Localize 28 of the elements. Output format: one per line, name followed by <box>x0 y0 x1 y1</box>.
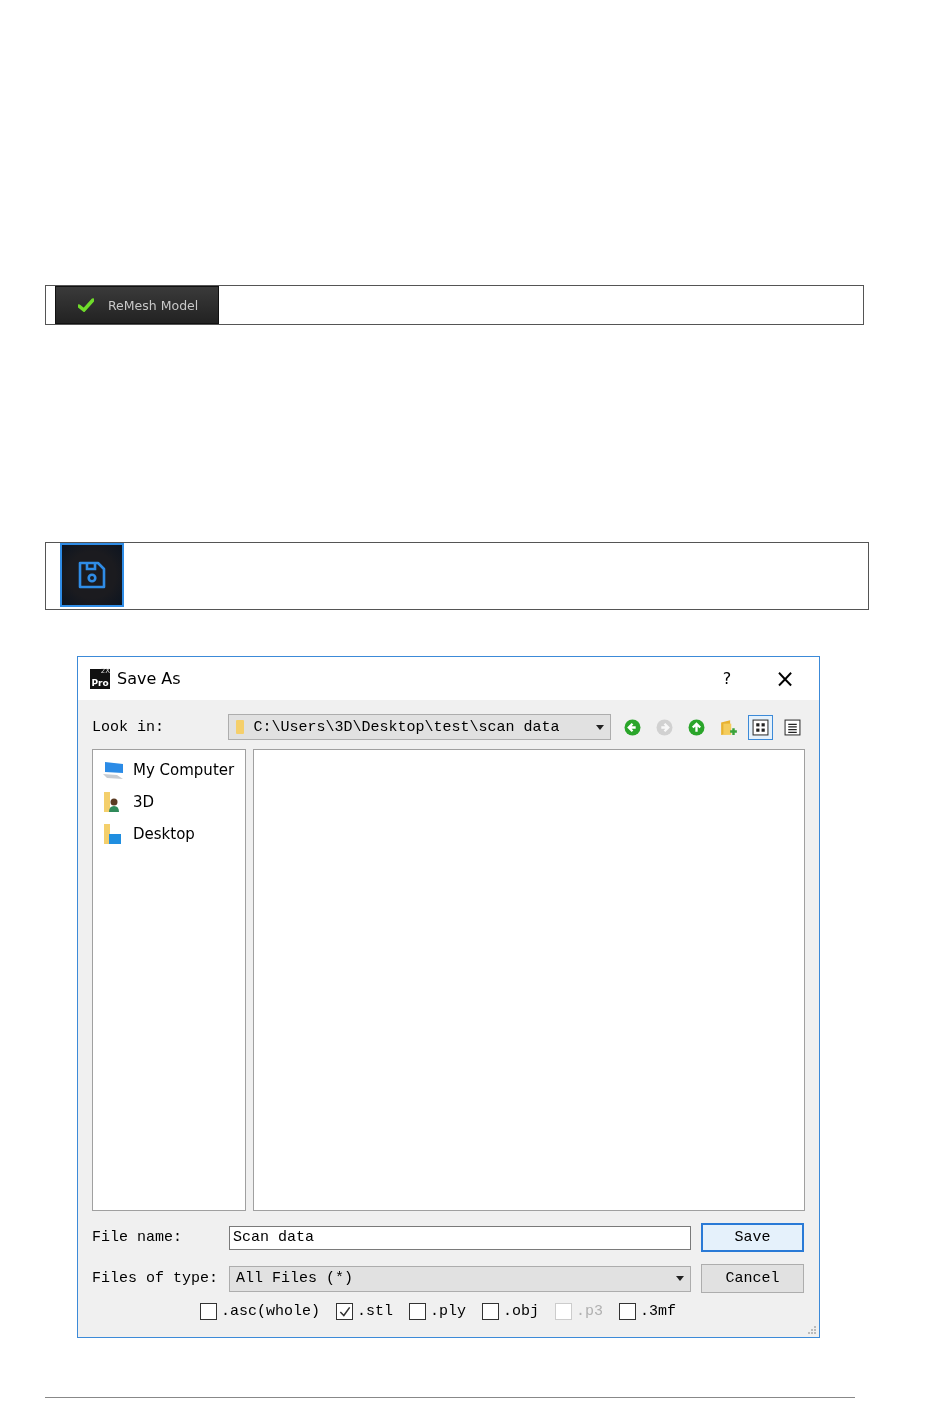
resize-grip-icon <box>807 1325 817 1335</box>
folder-icon <box>235 719 246 735</box>
cancel-button[interactable]: Cancel <box>701 1264 804 1293</box>
help-button[interactable]: ? <box>717 669 737 688</box>
format-checkbox[interactable]: .stl <box>336 1303 394 1320</box>
close-button[interactable]: × <box>775 664 795 693</box>
file-type-dropdown[interactable]: All Files (*) <box>229 1265 691 1292</box>
window-title: Save As <box>117 669 182 688</box>
format-checkbox[interactable]: .ply <box>409 1303 467 1320</box>
checkmark-icon <box>337 1304 352 1319</box>
format-checkbox[interactable]: .asc(whole) <box>200 1303 321 1320</box>
sidebar-item[interactable]: Desktop <box>93 818 245 850</box>
format-checkbox[interactable]: .3mf <box>619 1303 677 1320</box>
caret-icon <box>596 724 604 730</box>
sidebar-item[interactable]: My Computer <box>93 754 245 786</box>
look-in-dropdown[interactable]: C:\Users\3D\Desktop\test\scan data <box>228 714 611 740</box>
format-checkbox[interactable]: .obj <box>482 1303 540 1320</box>
save-button[interactable] <box>60 543 124 607</box>
caret-icon <box>676 1276 684 1281</box>
icon-view-button[interactable] <box>748 714 773 740</box>
file-name-field[interactable]: Scan data <box>229 1225 691 1250</box>
file-type-label: Files of type: <box>92 1270 220 1287</box>
remesh-button[interactable]: ReMesh Model <box>55 286 219 324</box>
sidebar-item[interactable]: 3D <box>93 786 245 818</box>
save-button[interactable]: Save <box>701 1223 804 1252</box>
look-in-label: Look in: <box>92 718 165 736</box>
file-name-label: File name: <box>92 1229 183 1246</box>
app-icon-text: Pro <box>91 676 109 689</box>
